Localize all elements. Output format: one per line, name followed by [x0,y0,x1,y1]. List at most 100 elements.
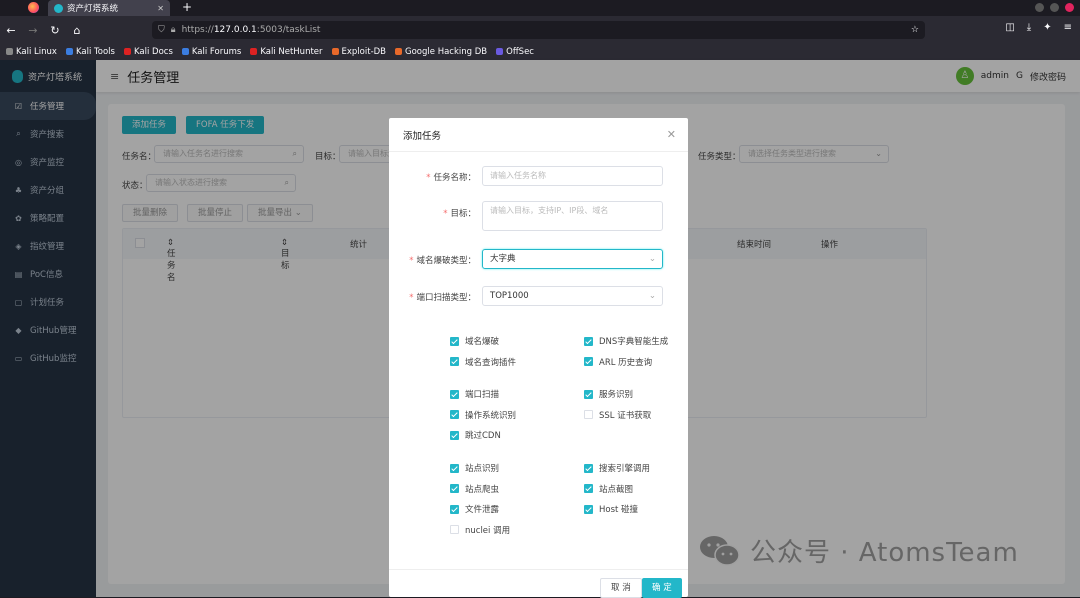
option-checkbox[interactable]: nuclei 调用 [450,524,510,536]
url-bar[interactable]: ⛉ 🔒︎ https://127.0.0.1:5003/taskList ☆ [152,21,925,39]
tab-title: 资产灯塔系统 [67,4,119,14]
option-label: 站点爬虫 [465,484,500,495]
option-checkbox[interactable]: 站点爬虫 [450,483,499,495]
bookmark-icon [65,48,73,55]
checkbox-icon [450,484,459,494]
bookmarks-bar: Kali Linux Kali Tools Kali Docs Kali Forums… [0,44,1080,60]
option-checkbox[interactable]: DNS字典智能生成 [584,335,668,347]
option-label: 文件泄露 [465,505,500,516]
bookmark-item[interactable]: OffSec [496,47,534,57]
option-checkbox[interactable]: 服务识别 [584,388,633,400]
bookmark-icon [250,48,258,55]
checkbox-icon [450,410,459,420]
firefox-icon [28,2,39,13]
bookmark-icon [395,48,403,55]
option-checkbox[interactable]: 站点截图 [584,483,633,495]
bookmark-icon [181,48,189,55]
bookmark-icon [331,48,339,55]
option-checkbox[interactable]: 操作系统识别 [450,409,516,421]
confirm-button[interactable]: 确 定 [642,578,682,598]
bookmark-item[interactable]: Kali Tools [65,47,115,57]
option-checkbox[interactable]: SSL 证书获取 [584,409,651,421]
new-tab-button[interactable]: + [182,0,192,14]
checkbox-icon [584,410,593,420]
option-label: 端口扫描 [465,390,500,401]
option-checkbox[interactable]: 域名查询插件 [450,356,516,368]
watermark: 公众号 · AtomsTeam [698,532,1019,569]
domain-brute-type-select[interactable]: 大字典 ⌄ [482,249,663,269]
option-checkbox[interactable]: 域名爆破 [450,335,499,347]
target-label: * 目标： [443,209,476,219]
checkbox-icon [450,357,459,366]
option-checkbox[interactable]: 端口扫描 [450,388,499,400]
task-name-input[interactable]: 请输入任务名称 [482,166,663,186]
chevron-down-icon: ⌄ [648,291,656,301]
port-scan-type-label: * 端口扫描类型： [409,293,476,303]
domain-brute-type-label: * 域名爆破类型： [409,256,476,266]
option-checkbox[interactable]: Host 碰撞 [584,503,638,515]
close-tab-icon[interactable]: ✕ [157,4,164,13]
option-label: ARL 历史查询 [599,357,653,368]
option-label: 站点识别 [465,464,500,475]
browser-tab[interactable]: 资产灯塔系统 ✕ [48,0,170,16]
port-scan-type-select[interactable]: TOP1000 ⌄ [482,286,663,306]
chevron-down-icon: ⌄ [648,254,656,264]
option-label: 域名爆破 [465,337,500,347]
bookmark-icon [6,48,13,55]
checkbox-icon [450,504,459,514]
checkbox-icon [584,504,593,514]
option-label: 搜索引擎调用 [599,464,651,475]
watermark-text: 公众号 · AtomsTeam [750,538,1019,568]
checkbox-icon [584,357,593,366]
bookmark-item[interactable]: Kali Linux [6,47,57,57]
bookmark-item[interactable]: Kali Forums [181,47,241,57]
maximize-button[interactable] [1050,3,1059,12]
checkbox-icon [584,484,593,494]
wechat-icon [700,535,740,566]
bookmark-item[interactable]: Kali NetHunter [250,47,323,57]
checkbox-icon [584,463,593,473]
option-checkbox[interactable]: 跳过CDN [450,429,501,441]
checkbox-icon [450,336,459,346]
bookmark-item[interactable]: Google Hacking DB [395,47,487,57]
minimize-button[interactable] [1035,3,1044,12]
reload-icon[interactable]: ↻ [44,24,66,37]
close-window-button[interactable] [1065,3,1074,12]
dialog-footer: 取 消 确 定 [389,569,688,598]
target-textarea[interactable]: 请输入目标，支持IP、IP段、域名 [482,201,663,231]
home-icon[interactable]: ⌂ [66,24,88,37]
url-text: https://127.0.0.1:5003/taskList [181,25,321,35]
option-label: Host 碰撞 [599,505,639,516]
extensions-icon[interactable]: ✦ [1043,22,1051,33]
download-icon[interactable]: ⤓ [1027,22,1031,33]
bookmark-star-icon[interactable]: ☆ [911,25,919,35]
close-icon[interactable]: ✕ [667,128,676,141]
bookmark-item[interactable]: Kali Docs [123,47,173,57]
option-label: 站点截图 [599,484,634,495]
checkbox-icon [584,389,593,399]
favicon-icon [54,3,63,13]
option-label: 操作系统识别 [465,410,517,421]
back-icon[interactable]: ← [0,24,22,37]
dialog-title: 添加任务 [403,130,442,142]
option-label: SSL 证书获取 [599,410,652,421]
pocket-icon[interactable]: ◫ [1005,22,1014,33]
bookmark-item[interactable]: Exploit-DB [331,47,386,57]
option-checkbox[interactable]: ARL 历史查询 [584,356,652,368]
option-label: 域名查询插件 [465,357,517,368]
option-checkbox[interactable]: 文件泄露 [450,503,499,515]
forward-icon[interactable]: → [22,24,44,37]
option-label: nuclei 调用 [465,525,511,536]
navigation-bar: ← → ↻ ⌂ ⛉ 🔒︎ https://127.0.0.1:5003/taskL… [0,16,1080,44]
checkbox-icon [450,389,459,399]
checkbox-icon [450,430,459,440]
browser-tab-bar: 资产灯塔系统 ✕ + [0,0,1080,16]
option-checkbox[interactable]: 搜索引擎调用 [584,462,650,474]
shield-icon: ⛉ [158,25,165,35]
option-checkbox[interactable]: 站点识别 [450,462,499,474]
checkbox-icon [450,463,459,473]
option-label: DNS字典智能生成 [599,337,669,347]
cancel-button[interactable]: 取 消 [600,578,642,598]
menu-icon[interactable]: ≡ [1064,22,1072,33]
bookmark-icon [496,48,504,55]
